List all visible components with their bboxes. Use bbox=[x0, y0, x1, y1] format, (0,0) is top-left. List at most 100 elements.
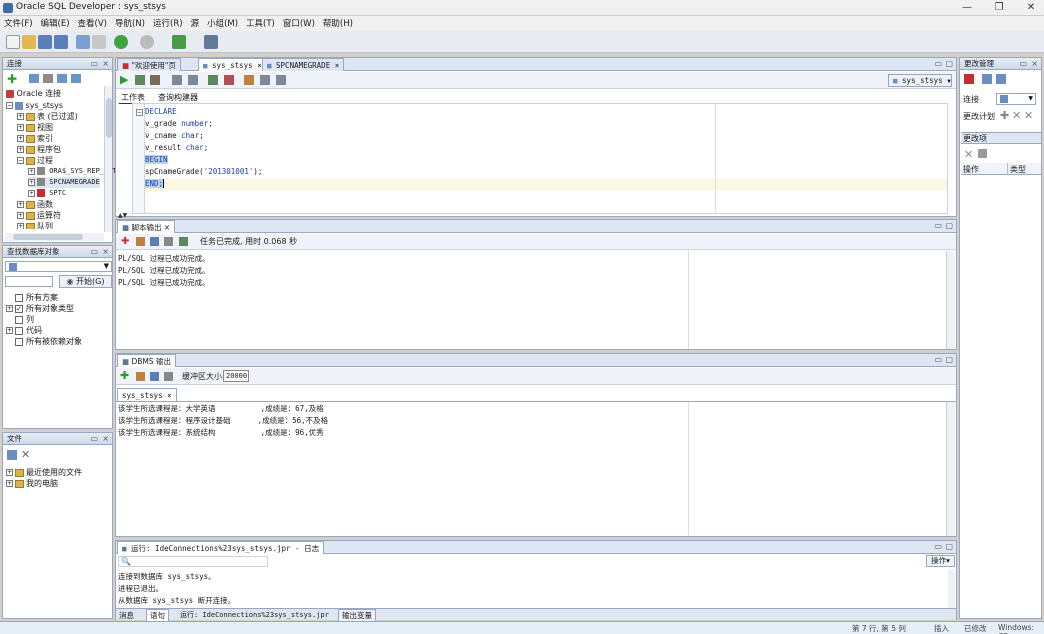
maximize-panel-icon[interactable]: ▢ bbox=[945, 221, 953, 230]
menu-source[interactable]: 源 bbox=[187, 16, 204, 29]
code-editor[interactable]: − bbox=[132, 103, 948, 214]
menu-window[interactable]: 窗口(W) bbox=[279, 16, 319, 29]
commit-icon[interactable] bbox=[208, 75, 218, 85]
change-icon[interactable] bbox=[964, 74, 974, 84]
add-icon[interactable]: ✚ bbox=[120, 369, 129, 382]
tab-dbms-sys-stsys[interactable]: sys_stsys × bbox=[117, 388, 177, 401]
tab-script-output[interactable]: ■ 脚本输出 × bbox=[117, 220, 176, 233]
tree-item-views[interactable]: + 视图 bbox=[17, 122, 53, 133]
connect-icon[interactable] bbox=[71, 74, 81, 83]
copy-icon[interactable] bbox=[996, 74, 1006, 84]
option-code[interactable]: + 代码 bbox=[6, 325, 42, 336]
connection-select[interactable]: ▼ bbox=[5, 261, 112, 272]
close-icon[interactable]: ✕ bbox=[1020, 1, 1042, 15]
tree-item-operators[interactable]: + 运算符 bbox=[17, 210, 61, 221]
actions-dropdown[interactable]: 操作▾ bbox=[926, 555, 955, 567]
save-icon[interactable] bbox=[38, 35, 52, 49]
history-icon[interactable] bbox=[260, 75, 270, 85]
save-icon[interactable] bbox=[150, 237, 159, 246]
oracle-connections-root[interactable]: Oracle 连接 bbox=[6, 88, 61, 99]
undo-icon[interactable] bbox=[76, 35, 90, 49]
minimize-panel-icon[interactable]: ▭ bbox=[1019, 58, 1027, 70]
tree-item-sptc[interactable]: + SPTC bbox=[28, 188, 66, 199]
maximize-panel-icon[interactable]: ▢ bbox=[945, 542, 953, 551]
checkbox[interactable] bbox=[15, 337, 23, 346]
menu-file[interactable]: 文件(F) bbox=[0, 16, 37, 29]
tree-item-functions[interactable]: + 函数 bbox=[17, 199, 53, 210]
option-all-dependents[interactable]: 所有被依赖对象 bbox=[6, 336, 82, 347]
forward-icon[interactable] bbox=[140, 35, 154, 49]
explain-plan-icon[interactable] bbox=[172, 75, 182, 85]
print-icon[interactable] bbox=[164, 237, 173, 246]
buffer-size-input[interactable]: 20000 bbox=[223, 370, 249, 382]
new-icon[interactable] bbox=[6, 35, 20, 49]
checkbox[interactable] bbox=[15, 315, 23, 324]
change-connection-select[interactable]: ▼ bbox=[996, 93, 1036, 105]
checkbox[interactable] bbox=[15, 326, 23, 335]
subtab-query-builder[interactable]: 查询构建器 bbox=[158, 92, 198, 103]
remove-plan-icon[interactable]: ✕ bbox=[1024, 109, 1033, 122]
minimize-panel-icon[interactable]: ▭ bbox=[90, 433, 98, 445]
run-statement-icon[interactable]: ▶ bbox=[120, 74, 128, 86]
files-item-my-computer[interactable]: + 我的电脑 bbox=[6, 478, 58, 489]
run-script-icon[interactable] bbox=[135, 75, 145, 85]
tab-run-log[interactable]: 运行: IdeConnections%23sys_stsys.jpr bbox=[180, 610, 329, 620]
menu-help[interactable]: 帮助(H) bbox=[319, 16, 357, 29]
minimize-panel-icon[interactable]: ▭ bbox=[90, 246, 98, 258]
horizontal-scrollbar[interactable] bbox=[5, 233, 104, 241]
connection-dropdown[interactable]: ■ sys_stsys ▼ bbox=[888, 74, 952, 87]
vertical-scrollbar[interactable] bbox=[104, 86, 112, 232]
minimize-panel-icon[interactable]: ▭ bbox=[934, 59, 942, 68]
tree-item-indexes[interactable]: + 索引 bbox=[17, 133, 53, 144]
minimize-icon[interactable]: — bbox=[956, 1, 978, 15]
menu-navigate[interactable]: 导航(N) bbox=[111, 16, 149, 29]
minimize-panel-icon[interactable]: ▭ bbox=[934, 221, 942, 230]
add-connection-icon[interactable]: ✚ bbox=[7, 73, 17, 85]
menu-edit[interactable]: 编辑(E) bbox=[37, 16, 74, 29]
collapse-icon[interactable]: − bbox=[136, 109, 143, 116]
export-icon[interactable] bbox=[179, 237, 188, 246]
save-all-icon[interactable] bbox=[54, 35, 68, 49]
checkbox-checked[interactable]: ✓ bbox=[15, 304, 23, 313]
checkbox[interactable] bbox=[15, 293, 23, 302]
close-panel-icon[interactable]: × bbox=[1031, 58, 1038, 70]
search-input[interactable] bbox=[5, 276, 53, 287]
add-plan-icon[interactable]: ✚ bbox=[1000, 109, 1009, 122]
schema-icon[interactable] bbox=[57, 74, 67, 83]
splitter-arrows-icon[interactable]: ▲▼ bbox=[118, 212, 127, 219]
eraser-icon[interactable] bbox=[244, 75, 254, 85]
save-icon[interactable] bbox=[150, 372, 159, 381]
delete-plan-icon[interactable]: ✕ bbox=[1012, 109, 1021, 122]
vertical-scrollbar[interactable] bbox=[946, 251, 955, 349]
minimize-panel-icon[interactable]: ▭ bbox=[934, 355, 942, 364]
minimize-panel-icon[interactable]: ▭ bbox=[90, 58, 98, 70]
redo-icon[interactable] bbox=[92, 35, 106, 49]
print-icon[interactable] bbox=[164, 372, 173, 381]
option-columns[interactable]: 列 bbox=[6, 314, 34, 325]
tree-item-procedures[interactable]: − 过程 bbox=[17, 155, 53, 166]
column-action[interactable]: 操作 bbox=[963, 164, 979, 175]
tab-dbms-output[interactable]: ■ DBMS 输出 bbox=[117, 354, 177, 367]
delete-change-icon[interactable]: ✕ bbox=[964, 148, 973, 161]
autotrace-icon[interactable] bbox=[150, 75, 160, 85]
close-tab-icon[interactable]: × bbox=[164, 223, 170, 232]
binoculars-icon[interactable] bbox=[204, 35, 218, 49]
close-tab-icon[interactable]: × bbox=[335, 61, 340, 70]
rollback-icon[interactable] bbox=[224, 75, 234, 85]
tree-item-tables[interactable]: + 表 (已过滤) bbox=[17, 111, 78, 122]
plan-icon[interactable] bbox=[982, 74, 992, 84]
log-search-input[interactable]: 🔍 bbox=[118, 556, 268, 567]
copy-change-icon[interactable] bbox=[978, 149, 987, 158]
tree-item-spcnamegrade[interactable]: + SPCNAMEGRADE bbox=[28, 177, 100, 188]
column-type[interactable]: 类型 bbox=[1010, 164, 1026, 175]
refresh-icon[interactable] bbox=[7, 450, 17, 460]
menu-team[interactable]: 小组(M) bbox=[203, 16, 242, 29]
filter-icon[interactable] bbox=[43, 74, 53, 83]
maximize-panel-icon[interactable]: ▢ bbox=[945, 59, 953, 68]
back-icon[interactable] bbox=[114, 35, 128, 49]
sql-tuning-icon[interactable] bbox=[188, 75, 198, 85]
tab-spcnamegrade[interactable]: ■ SPCNAMEGRADE × bbox=[262, 58, 345, 71]
tab-messages[interactable]: 消息 bbox=[119, 610, 134, 621]
files-item-recent[interactable]: + 最近使用的文件 bbox=[6, 467, 82, 478]
menu-view[interactable]: 查看(V) bbox=[74, 16, 111, 29]
